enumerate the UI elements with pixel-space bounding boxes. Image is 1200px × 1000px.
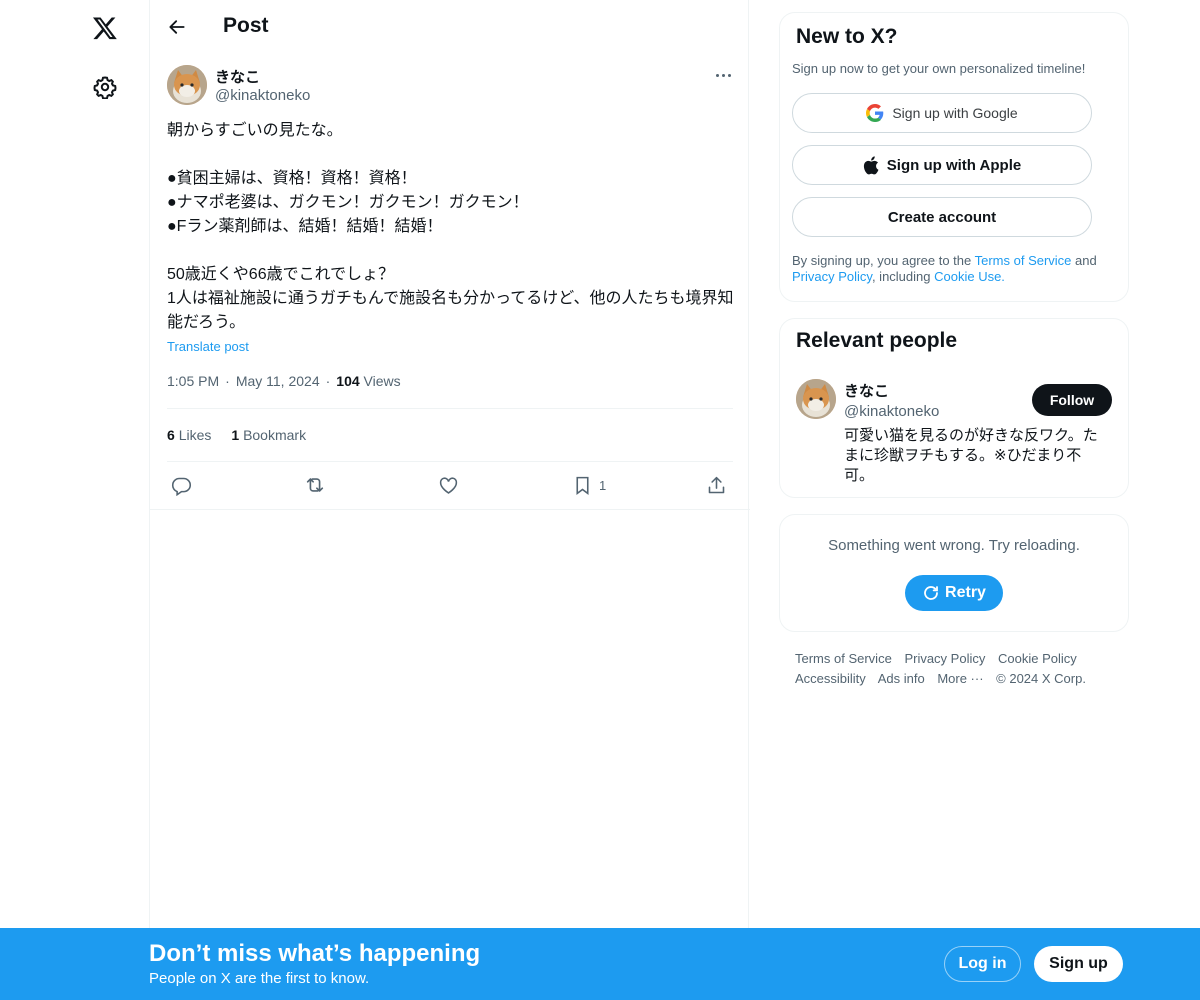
post-actions: 1 bbox=[167, 470, 733, 500]
post-text: 朝からすごいの見たな。 ●貧困主婦は、資格！資格！資格！ ●ナマポ老婆は、ガクモ… bbox=[167, 122, 734, 331]
legal-including: , including bbox=[871, 269, 935, 284]
banner-title: Don’t miss what’s happening bbox=[149, 940, 481, 967]
likes-label: Likes bbox=[178, 427, 212, 443]
footer-link-more[interactable]: More ··· bbox=[937, 671, 983, 686]
apple-icon bbox=[863, 155, 879, 174]
error-card: Something went wrong. Try reloading. Ret… bbox=[779, 514, 1129, 632]
follow-button[interactable]: Follow bbox=[1032, 384, 1112, 416]
banner-subtitle: People on X are the first to know. bbox=[149, 970, 370, 987]
author-handle[interactable]: @kinaktoneko bbox=[215, 87, 310, 104]
author-name[interactable]: きなこ bbox=[215, 66, 260, 87]
bookmark-action-count: 1 bbox=[599, 477, 607, 493]
legal-prefix: By signing up, you agree to the bbox=[792, 253, 975, 268]
likes-count: 6 bbox=[167, 427, 175, 443]
retry-button[interactable]: Retry bbox=[905, 575, 1003, 611]
refresh-icon bbox=[924, 586, 938, 600]
relevant-people-title: Relevant people bbox=[796, 329, 958, 352]
more-options-icon[interactable] bbox=[710, 64, 736, 86]
translate-post-link[interactable]: Translate post bbox=[167, 339, 249, 354]
footer-link-cookie[interactable]: Cookie Policy bbox=[998, 651, 1077, 666]
footer-link-accessibility[interactable]: Accessibility bbox=[795, 671, 866, 686]
signup-apple-button[interactable]: Sign up with Apple bbox=[792, 145, 1092, 185]
post-date[interactable]: May 11, 2024 bbox=[236, 373, 320, 389]
likes-stat[interactable]: 6 Likes bbox=[167, 427, 211, 443]
footer-link-privacy[interactable]: Privacy Policy bbox=[904, 651, 985, 666]
relevant-person-name[interactable]: きなこ bbox=[844, 380, 889, 401]
google-icon bbox=[866, 104, 884, 122]
page-header: Post bbox=[150, 0, 750, 53]
signup-google-label: Sign up with Google bbox=[892, 105, 1018, 121]
legal-and: and bbox=[1071, 253, 1097, 268]
relevant-people-card: Relevant people きなこ @kinaktoneko Follow … bbox=[779, 318, 1129, 498]
privacy-link[interactable]: Privacy Policy bbox=[792, 269, 872, 284]
signup-card-title: New to X? bbox=[796, 25, 898, 48]
meta-separator: · bbox=[325, 373, 331, 389]
cookie-use-link[interactable]: Cookie Use. bbox=[934, 269, 1005, 284]
bookmarks-label: Bookmark bbox=[243, 427, 307, 443]
login-banner: Don’t miss what’s happening People on X … bbox=[0, 928, 1200, 1000]
relevant-person-handle[interactable]: @kinaktoneko bbox=[844, 403, 939, 420]
post-stats: 6 Likes 1 Bookmark bbox=[167, 427, 306, 443]
error-message: Something went wrong. Try reloading. bbox=[828, 537, 1080, 554]
avatar[interactable] bbox=[167, 65, 207, 105]
meta-separator: · bbox=[225, 373, 230, 389]
divider bbox=[150, 509, 750, 510]
views-label: Views bbox=[363, 373, 401, 389]
x-logo-icon[interactable] bbox=[85, 8, 125, 48]
share-icon[interactable] bbox=[706, 470, 727, 500]
main-column: Post きなこ @kinaktoneko 朝からすごいの見たな。 ●貧困主婦は… bbox=[149, 0, 750, 1000]
page-title: Post bbox=[223, 14, 269, 37]
left-nav bbox=[0, 0, 150, 1000]
signup-card: New to X? Sign up now to get your own pe… bbox=[779, 12, 1129, 302]
views-stat: 104 Views bbox=[336, 373, 400, 389]
signup-card-subtitle: Sign up now to get your own personalized… bbox=[792, 61, 1086, 76]
relevant-person-bio: 可愛い猫を見るのが好きな反ワク。たまに珍獣ヲチもする。※ひだまり不可。 bbox=[844, 427, 1098, 484]
footer-link-terms[interactable]: Terms of Service bbox=[795, 651, 892, 666]
repost-icon[interactable] bbox=[304, 470, 326, 500]
signup-google-button[interactable]: Sign up with Google bbox=[792, 93, 1092, 133]
copyright: © 2024 X Corp. bbox=[996, 671, 1086, 686]
divider bbox=[167, 461, 733, 462]
create-account-button[interactable]: Create account bbox=[792, 197, 1092, 237]
bookmark-button[interactable]: 1 bbox=[572, 470, 606, 500]
signup-apple-label: Sign up with Apple bbox=[886, 156, 1022, 174]
terms-link[interactable]: Terms of Service bbox=[975, 253, 1072, 268]
retry-label: Retry bbox=[945, 584, 986, 601]
signup-button[interactable]: Sign up bbox=[1034, 946, 1123, 982]
reply-icon[interactable] bbox=[171, 470, 192, 500]
footer-link-ads-info[interactable]: Ads info bbox=[878, 671, 925, 686]
bookmarks-stat[interactable]: 1 Bookmark bbox=[231, 427, 306, 443]
arrow-left-icon[interactable] bbox=[162, 12, 192, 42]
avatar[interactable] bbox=[796, 379, 836, 419]
post-meta: 1:05 PM · May 11, 2024 · 104 Views bbox=[167, 373, 401, 389]
post-time[interactable]: 1:05 PM bbox=[167, 373, 219, 389]
views-count: 104 bbox=[336, 373, 360, 389]
bookmark-icon bbox=[576, 476, 589, 495]
gear-icon[interactable] bbox=[85, 67, 125, 107]
heart-icon[interactable] bbox=[438, 470, 459, 500]
divider bbox=[167, 408, 733, 409]
footer-links: Terms of Service Privacy Policy Cookie P… bbox=[795, 649, 1125, 689]
login-button[interactable]: Log in bbox=[944, 946, 1021, 982]
bookmarks-count: 1 bbox=[231, 427, 240, 443]
signup-legal-text: By signing up, you agree to the Terms of… bbox=[792, 253, 1112, 285]
